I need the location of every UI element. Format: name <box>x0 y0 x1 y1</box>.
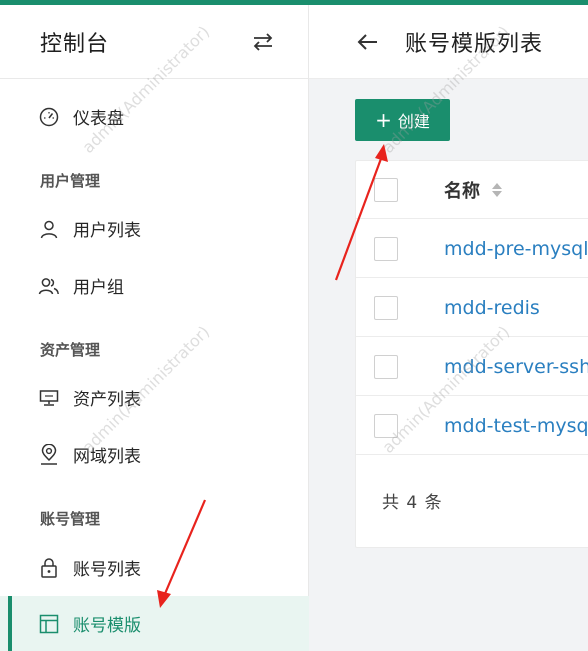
sidebar-item-asset-list[interactable]: 资产列表 <box>0 370 309 425</box>
sort-icon[interactable] <box>490 180 504 200</box>
page-title: 账号模版列表 <box>405 31 544 57</box>
row-checkbox[interactable] <box>374 236 398 261</box>
sidebar-item-user-list[interactable]: 用户列表 <box>0 201 309 256</box>
monitor-icon <box>38 387 60 409</box>
plus-icon: + <box>375 108 392 132</box>
template-name-link[interactable]: mdd-pre-mysql- <box>444 238 588 260</box>
row-checkbox[interactable] <box>374 295 398 320</box>
column-header-label: 名称 <box>444 180 480 202</box>
sidebar-item-label: 用户列表 <box>73 221 141 241</box>
table-row: mdd-pre-mysql- <box>356 220 588 278</box>
sidebar-item-label: 网域列表 <box>73 447 141 467</box>
sidebar-item-label: 资产列表 <box>73 390 141 410</box>
group-label-asset-management: 资产管理 <box>40 341 101 359</box>
lock-icon <box>38 557 60 579</box>
row-checkbox[interactable] <box>374 413 398 438</box>
template-name-link[interactable]: mdd-test-mysql- <box>444 415 588 437</box>
group-label-user-management: 用户管理 <box>40 172 101 190</box>
create-button-label: 创建 <box>397 112 430 131</box>
table-row: mdd-server-sshk <box>356 338 588 396</box>
sidebar-item-label: 用户组 <box>73 278 124 298</box>
sidebar-header: 控制台 <box>0 5 308 79</box>
sidebar-item-label: 仪表盘 <box>73 109 124 129</box>
sidebar-item-user-group[interactable]: 用户组 <box>0 258 309 313</box>
user-icon <box>38 218 60 240</box>
template-table: 名称 mdd-pre-mysql- mdd-redis mdd-server-s… <box>355 160 588 548</box>
table-row: mdd-redis <box>356 279 588 337</box>
row-checkbox[interactable] <box>374 354 398 379</box>
group-label-account-management: 账号管理 <box>40 510 101 528</box>
sidebar-item-account-list[interactable]: 账号列表 <box>0 540 309 595</box>
swap-arrows-icon[interactable] <box>250 29 276 55</box>
template-name-link[interactable]: mdd-redis <box>444 297 540 319</box>
total-count: 共 4 条 <box>382 493 443 513</box>
main-content: 账号模版列表 + 创建 名称 mdd-pre-mysql- mdd-redis … <box>309 5 588 651</box>
select-all-checkbox[interactable] <box>374 177 398 202</box>
template-layout-icon <box>38 613 60 635</box>
dashboard-gauge-icon <box>38 106 60 128</box>
sidebar-item-label: 账号列表 <box>73 560 141 580</box>
table-header-row: 名称 <box>356 161 588 219</box>
sidebar-item-dashboard[interactable]: 仪表盘 <box>0 89 309 144</box>
sidebar-item-label: 账号模版 <box>73 616 141 636</box>
sidebar-item-domain-list[interactable]: 网域列表 <box>0 427 309 482</box>
column-header-name[interactable]: 名称 <box>444 177 504 203</box>
sidebar: 控制台 仪表盘 用户管理 用户列表 用户组 资产管理 资产列表 网域列表 账号管… <box>0 5 309 651</box>
page-header: 账号模版列表 <box>309 5 588 79</box>
template-name-link[interactable]: mdd-server-sshk <box>444 356 588 378</box>
sidebar-title: 控制台 <box>40 31 110 57</box>
sidebar-item-account-template[interactable]: 账号模版 <box>0 596 309 651</box>
create-button[interactable]: + 创建 <box>355 99 450 141</box>
table-row: mdd-test-mysql- <box>356 397 588 455</box>
location-pin-icon <box>38 443 60 466</box>
back-arrow-icon[interactable] <box>355 29 381 55</box>
user-group-icon <box>38 275 60 297</box>
